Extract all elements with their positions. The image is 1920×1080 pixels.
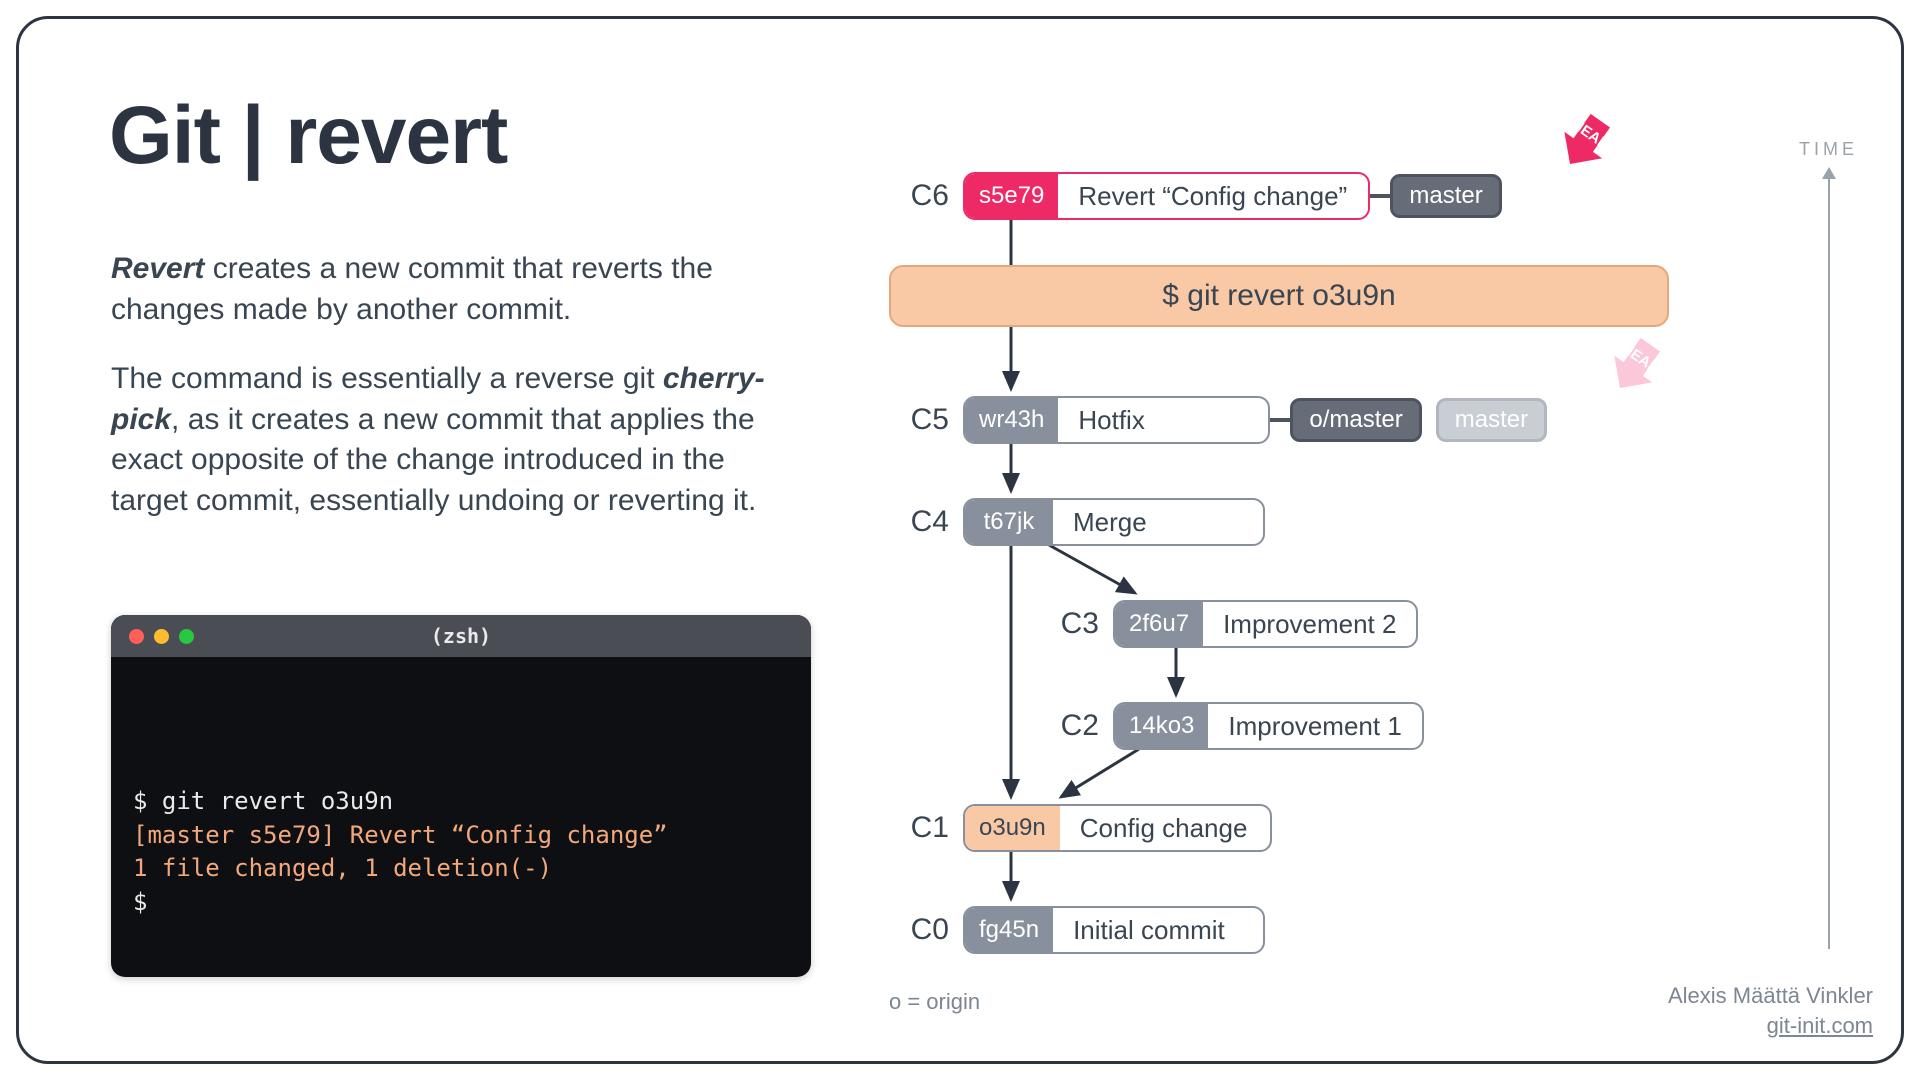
commit-label-c0: C0 bbox=[889, 913, 949, 947]
commit-label-c4: C4 bbox=[889, 505, 949, 539]
commit-hash-c5: wr43h bbox=[965, 398, 1058, 442]
commit-row-c3: C3 2f6u7 Improvement 2 bbox=[1039, 599, 1418, 649]
commit-row-c1: C1 o3u9n Config change bbox=[889, 803, 1272, 853]
commit-label-c6: C6 bbox=[889, 179, 949, 213]
terminal-line-3: 1 file changed, 1 deletion(-) bbox=[133, 852, 789, 886]
commit-label-c2: C2 bbox=[1039, 709, 1099, 743]
terminal-title: (zsh) bbox=[111, 624, 811, 648]
commit-pill-c5: wr43h Hotfix bbox=[963, 396, 1270, 444]
slide-frame: Git | revert Revert creates a new commit… bbox=[16, 16, 1904, 1064]
commit-pill-c6: s5e79 Revert “Config change” bbox=[963, 172, 1370, 220]
terminal-window: (zsh) $ git revert o3u9n [master s5e79] … bbox=[111, 615, 811, 977]
commit-diagram: C6 s5e79 Revert “Config change” master $… bbox=[889, 149, 1759, 979]
legend: o = origin bbox=[889, 989, 980, 1015]
command-bar: $ git revert o3u9n bbox=[889, 265, 1669, 327]
commit-hash-c2: 14ko3 bbox=[1115, 704, 1208, 748]
branch-master: master bbox=[1390, 174, 1501, 218]
commit-row-c5: C5 wr43h Hotfix o/master master bbox=[889, 395, 1547, 445]
commit-hash-c3: 2f6u7 bbox=[1115, 602, 1203, 646]
desc2-rest: , as it creates a new commit that applie… bbox=[111, 403, 756, 517]
commit-pill-c2: 14ko3 Improvement 1 bbox=[1113, 702, 1424, 750]
time-axis-line bbox=[1828, 179, 1830, 949]
commit-row-c2: C2 14ko3 Improvement 1 bbox=[1039, 701, 1424, 751]
terminal-header: (zsh) bbox=[111, 615, 811, 657]
commit-hash-c4: t67jk bbox=[965, 500, 1053, 544]
commit-pill-c0: fg45n Initial commit bbox=[963, 906, 1265, 954]
terminal-line-1: $ git revert o3u9n bbox=[133, 785, 789, 819]
branch-o-master: o/master bbox=[1290, 398, 1421, 442]
connector bbox=[1370, 194, 1390, 198]
terminal-line-4: $ bbox=[133, 886, 789, 920]
commit-msg-c1: Config change bbox=[1060, 806, 1270, 850]
head-arrow-icon: HEAD bbox=[1539, 109, 1629, 179]
commit-msg-c6: Revert “Config change” bbox=[1058, 174, 1368, 218]
commit-msg-c0: Initial commit bbox=[1053, 908, 1263, 952]
commit-pill-c4: t67jk Merge bbox=[963, 498, 1265, 546]
commit-label-c1: C1 bbox=[889, 811, 949, 845]
commit-msg-c2: Improvement 1 bbox=[1208, 704, 1421, 748]
commit-hash-c1: o3u9n bbox=[965, 806, 1060, 850]
terminal-line-2: [master s5e79] Revert “Config change” bbox=[133, 819, 789, 853]
credit: Alexis Määttä Vinkler git-init.com bbox=[1668, 981, 1873, 1040]
description-2: The command is essentially a reverse git… bbox=[111, 359, 801, 521]
commit-pill-c3: 2f6u7 Improvement 2 bbox=[1113, 600, 1418, 648]
description-1: Revert creates a new commit that reverts… bbox=[111, 249, 801, 330]
head-arrow-old-icon: HEAD bbox=[1589, 333, 1679, 403]
page-title: Git | revert bbox=[109, 89, 507, 183]
commit-msg-c5: Hotfix bbox=[1058, 398, 1268, 442]
terminal-body: $ git revert o3u9n [master s5e79] Revert… bbox=[111, 657, 811, 937]
em-revert: Revert bbox=[111, 252, 204, 285]
commit-msg-c4: Merge bbox=[1053, 500, 1263, 544]
connector bbox=[1270, 418, 1290, 422]
credit-url: git-init.com bbox=[1668, 1011, 1873, 1041]
time-label: TIME bbox=[1799, 139, 1858, 160]
commit-pill-c1: o3u9n Config change bbox=[963, 804, 1272, 852]
time-arrowhead-icon bbox=[1822, 167, 1836, 179]
desc2-pre: The command is essentially a reverse git bbox=[111, 362, 663, 395]
commit-label-c3: C3 bbox=[1039, 607, 1099, 641]
commit-label-c5: C5 bbox=[889, 403, 949, 437]
credit-name: Alexis Määttä Vinkler bbox=[1668, 981, 1873, 1011]
commit-row-c6: C6 s5e79 Revert “Config change” master bbox=[889, 171, 1502, 221]
commit-row-c0: C0 fg45n Initial commit bbox=[889, 905, 1265, 955]
branch-master-old: master bbox=[1436, 398, 1547, 442]
head-label-old: HEAD bbox=[1618, 340, 1662, 377]
head-label: HEAD bbox=[1568, 116, 1612, 153]
commit-hash-c6: s5e79 bbox=[965, 174, 1058, 218]
commit-msg-c3: Improvement 2 bbox=[1203, 602, 1416, 646]
commit-row-c4: C4 t67jk Merge bbox=[889, 497, 1265, 547]
commit-hash-c0: fg45n bbox=[965, 908, 1053, 952]
